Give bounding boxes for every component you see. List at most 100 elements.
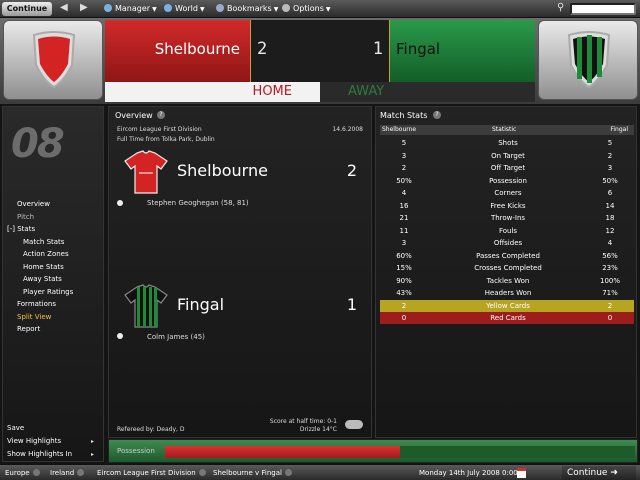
top-menu-bar: Continue ◀ ▶ Manager ▼ World ▼ Bookmarks ▼ … xyxy=(0,0,640,18)
stat-away-value: 0 xyxy=(607,314,613,322)
stat-row: 21 Throw-Ins 18 xyxy=(380,212,634,224)
stat-away-value: 56% xyxy=(602,251,618,260)
away-scorers[interactable]: Colm James (45) xyxy=(147,333,205,341)
back-arrow-icon[interactable]: ◀ xyxy=(60,2,68,13)
collapse-toggle[interactable]: [-] xyxy=(7,225,15,233)
breadcrumb-competition[interactable]: Eircom League First Division xyxy=(97,469,206,477)
continue-button-top[interactable]: Continue xyxy=(2,2,52,16)
stat-row: 50% Possession 50% xyxy=(380,175,634,187)
crumb-dropdown-icon[interactable] xyxy=(198,469,206,476)
stat-row: 2 Yellow Cards 2 xyxy=(380,299,634,312)
stat-home-value: 3 xyxy=(401,239,407,247)
breadcrumb-europe[interactable]: Europe xyxy=(5,469,40,477)
ball-icon xyxy=(117,333,123,339)
chevron-right-icon: ▸ xyxy=(91,451,95,458)
header-statistic: Statistic xyxy=(492,126,517,133)
stat-home-value: 3 xyxy=(401,151,407,160)
calendar-icon[interactable] xyxy=(517,468,526,478)
stat-row: 60% Passes Completed 56% xyxy=(380,250,634,262)
stat-row: 43% Headers Won 71% xyxy=(380,287,634,299)
menu-manager[interactable]: Manager ▼ xyxy=(104,4,157,13)
stat-name: Tackles Won xyxy=(486,276,530,285)
view-highlights-link[interactable]: View Highlights xyxy=(7,437,61,445)
search-icon[interactable]: ⚲ xyxy=(557,2,564,13)
stat-name: Throw-Ins xyxy=(490,214,526,222)
stat-name: Red Cards xyxy=(490,314,526,322)
breadcrumb-match[interactable]: Shelbourne v Fingal xyxy=(213,469,292,477)
tab-away[interactable]: AWAY xyxy=(320,82,535,102)
stat-away-value: 3 xyxy=(607,164,613,172)
search-input[interactable] xyxy=(570,3,636,15)
stat-name: Yellow Cards xyxy=(486,301,530,310)
stat-away-value: 2 xyxy=(607,151,613,160)
competition-name[interactable]: Eircom League First Division xyxy=(117,126,202,133)
away-team-band: Fingal xyxy=(390,20,535,82)
arrow-right-icon: ➜ xyxy=(610,468,618,478)
ball-icon xyxy=(117,200,123,206)
sidebar-item-stats[interactable]: [-] Stats xyxy=(7,225,35,233)
stat-name: Fouls xyxy=(498,226,518,235)
away-shield-icon xyxy=(567,31,611,89)
sidebar-item-action-zones[interactable]: Action Zones xyxy=(23,250,69,258)
save-link[interactable]: Save xyxy=(7,424,24,432)
stat-name: Offsides xyxy=(493,239,523,247)
sidebar-item-player-ratings[interactable]: Player Ratings xyxy=(23,288,73,296)
continue-button[interactable]: Continue ➜ xyxy=(562,466,636,480)
tab-home[interactable]: HOME xyxy=(105,82,320,102)
sidebar-item-split-view[interactable]: Split View xyxy=(17,313,51,321)
venue-text: Full Time from Tolka Park, Dublin xyxy=(117,136,215,143)
sidebar-item-match-stats[interactable]: Match Stats xyxy=(23,238,64,246)
stat-home-value: 90% xyxy=(396,276,412,285)
sidebar-item-pitch[interactable]: Pitch xyxy=(17,213,34,221)
stat-name: Free Kicks xyxy=(490,201,526,210)
stat-away-value: 71% xyxy=(602,289,618,297)
manager-icon xyxy=(104,4,112,12)
breadcrumb-ireland[interactable]: Ireland xyxy=(50,469,85,477)
stat-home-value: 2 xyxy=(401,164,407,172)
referee-text: Refereed by: Deady, D xyxy=(117,426,185,433)
crumb-dropdown-icon[interactable] xyxy=(32,469,40,476)
score-panel: 2 1 xyxy=(250,20,390,82)
menu-bookmarks[interactable]: Bookmarks ▼ xyxy=(216,4,278,13)
home-scorers[interactable]: Stephen Geoghegan (58, 81) xyxy=(147,199,249,207)
away-team-link[interactable]: Fingal xyxy=(177,295,224,314)
crumb-dropdown-icon[interactable] xyxy=(77,469,85,476)
chevron-down-icon: ▼ xyxy=(273,6,279,13)
away-shirt-icon xyxy=(124,284,168,328)
chevron-down-icon: ▼ xyxy=(325,6,331,13)
home-crest-box[interactable] xyxy=(3,20,103,100)
possession-bar: Possession xyxy=(108,439,638,463)
stat-row: 2 Off Target 3 xyxy=(380,162,634,174)
home-team-link[interactable]: Shelbourne xyxy=(177,161,268,180)
game-date: Monday 14th July 2008 0:00 xyxy=(419,469,518,477)
menu-options[interactable]: Options ▼ xyxy=(282,4,331,13)
gear-icon xyxy=(282,4,290,12)
stat-home-value: 21 xyxy=(399,214,409,222)
stat-name: Headers Won xyxy=(484,289,532,297)
sidebar-item-formations[interactable]: Formations xyxy=(17,300,56,308)
half-time-score: Score at half time: 0-1 xyxy=(269,418,337,425)
sidebar-item-report[interactable]: Report xyxy=(17,325,40,333)
header-away: Fingal xyxy=(610,126,628,133)
sidebar-item-overview[interactable]: Overview xyxy=(17,200,50,208)
away-crest-box[interactable] xyxy=(538,20,638,100)
show-highlights-in-link[interactable]: Show Highlights In xyxy=(7,450,72,458)
sidebar-item-away-stats[interactable]: Away Stats xyxy=(23,275,62,283)
stat-home-value: 0 xyxy=(401,314,407,322)
help-icon[interactable]: ? xyxy=(433,111,441,119)
home-goals: 2 xyxy=(346,161,357,180)
stat-name: Corners xyxy=(494,189,522,197)
home-possession-fill xyxy=(165,446,400,458)
stat-away-value: 12 xyxy=(605,226,615,235)
stat-name: Shots xyxy=(498,139,518,147)
menu-world[interactable]: World ▼ xyxy=(164,4,205,13)
globe-icon xyxy=(164,4,172,12)
stat-row: 5 Shots 5 xyxy=(380,137,634,149)
overview-panel: Overview ? Eircom League First Division … xyxy=(108,106,372,438)
sidebar-item-home-stats[interactable]: Home Stats xyxy=(23,263,64,271)
stat-away-value: 23% xyxy=(602,264,618,272)
help-icon[interactable]: ? xyxy=(157,111,165,119)
forward-arrow-icon[interactable]: ▶ xyxy=(80,2,88,13)
crumb-dropdown-icon[interactable] xyxy=(284,469,292,476)
stat-row: 0 Red Cards 0 xyxy=(380,312,634,324)
